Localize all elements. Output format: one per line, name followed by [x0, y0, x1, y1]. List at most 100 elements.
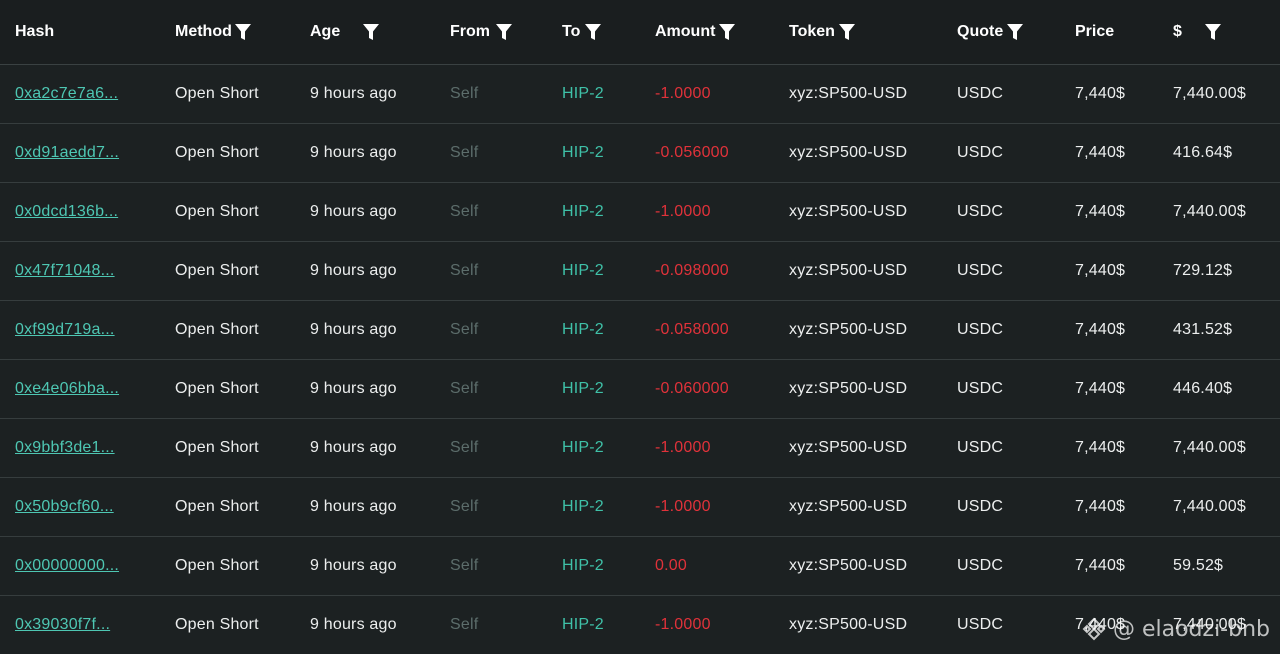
- method-cell: Open Short: [175, 143, 259, 161]
- price-cell: 7,440$: [1075, 556, 1126, 574]
- usd-cell: 431.52$: [1173, 320, 1233, 338]
- filter-icon[interactable]: [234, 22, 252, 42]
- table-row: 0x9bbf3de1... Open Short 9 hours ago Sel…: [0, 418, 1280, 477]
- age-cell: 9 hours ago: [310, 379, 397, 397]
- method-cell: Open Short: [175, 261, 259, 279]
- table-row: 0x00000000... Open Short 9 hours ago Sel…: [0, 536, 1280, 595]
- from-cell: Self: [450, 143, 479, 161]
- to-cell[interactable]: HIP-2: [547, 418, 640, 477]
- column-header-token-label: Token: [789, 22, 835, 40]
- hash-link[interactable]: 0x39030f7f...: [15, 616, 110, 633]
- usd-cell: 7,440.00$: [1173, 497, 1246, 515]
- filter-icon[interactable]: [1006, 22, 1024, 42]
- age-cell: 9 hours ago: [310, 556, 397, 574]
- token-cell: xyz:SP500-USD: [789, 379, 908, 397]
- to-cell[interactable]: HIP-2: [547, 182, 640, 241]
- amount-cell: -1.0000: [655, 497, 711, 515]
- usd-cell: 7,440.00$: [1173, 202, 1246, 220]
- hash-cell: 0x39030f7f...: [0, 595, 160, 654]
- column-header-token[interactable]: Token: [774, 0, 942, 65]
- usd-cell: 416.64$: [1173, 143, 1233, 161]
- hash-cell: 0x0dcd136b...: [0, 182, 160, 241]
- amount-cell: -0.098000: [655, 261, 729, 279]
- filter-icon[interactable]: [362, 22, 380, 42]
- price-cell: 7,440$: [1075, 320, 1126, 338]
- age-cell: 9 hours ago: [310, 143, 397, 161]
- hash-cell: 0xd91aedd7...: [0, 123, 160, 182]
- to-cell[interactable]: HIP-2: [547, 241, 640, 300]
- token-cell: xyz:SP500-USD: [789, 261, 908, 279]
- filter-icon[interactable]: [1204, 22, 1222, 42]
- column-header-age[interactable]: Age: [295, 0, 435, 65]
- price-cell: 7,440$: [1075, 143, 1126, 161]
- filter-icon[interactable]: [718, 22, 736, 42]
- to-cell[interactable]: HIP-2: [547, 300, 640, 359]
- column-header-amount[interactable]: Amount: [640, 0, 774, 65]
- hash-cell: 0x00000000...: [0, 536, 160, 595]
- age-cell: 9 hours ago: [310, 320, 397, 338]
- token-cell: xyz:SP500-USD: [789, 615, 908, 633]
- hash-link[interactable]: 0xd91aedd7...: [15, 144, 119, 161]
- column-header-price-label: Price: [1075, 22, 1115, 40]
- hash-cell: 0xf99d719a...: [0, 300, 160, 359]
- to-cell[interactable]: HIP-2: [547, 123, 640, 182]
- filter-icon[interactable]: [495, 22, 513, 42]
- filter-icon[interactable]: [584, 22, 602, 42]
- age-cell: 9 hours ago: [310, 438, 397, 456]
- token-cell: xyz:SP500-USD: [789, 556, 908, 574]
- column-header-method[interactable]: Method: [160, 0, 295, 65]
- hash-link[interactable]: 0xf99d719a...: [15, 321, 115, 338]
- age-cell: 9 hours ago: [310, 615, 397, 633]
- token-cell: xyz:SP500-USD: [789, 143, 908, 161]
- from-cell: Self: [450, 320, 479, 338]
- amount-cell: -0.056000: [655, 143, 729, 161]
- quote-cell: USDC: [957, 202, 1004, 220]
- to-cell[interactable]: HIP-2: [547, 536, 640, 595]
- usd-cell: 446.40$: [1173, 379, 1233, 397]
- from-cell: Self: [450, 261, 479, 279]
- to-cell[interactable]: HIP-2: [547, 595, 640, 654]
- hash-link[interactable]: 0xa2c7e7a6...: [15, 85, 118, 102]
- price-cell: 7,440$: [1075, 438, 1126, 456]
- method-cell: Open Short: [175, 379, 259, 397]
- table-row: 0xe4e06bba... Open Short 9 hours ago Sel…: [0, 359, 1280, 418]
- hash-link[interactable]: 0xe4e06bba...: [15, 380, 119, 397]
- table-body: 0xa2c7e7a6... Open Short 9 hours ago Sel…: [0, 64, 1280, 654]
- amount-cell: -0.060000: [655, 379, 729, 397]
- age-cell: 9 hours ago: [310, 202, 397, 220]
- to-cell[interactable]: HIP-2: [547, 359, 640, 418]
- table-row: 0x0dcd136b... Open Short 9 hours ago Sel…: [0, 182, 1280, 241]
- hash-link[interactable]: 0x00000000...: [15, 557, 119, 574]
- table-header: Hash Method Age From To Amount Token Quo…: [0, 0, 1280, 65]
- usd-cell: 7,440.00$: [1173, 615, 1246, 633]
- price-cell: 7,440$: [1075, 497, 1126, 515]
- method-cell: Open Short: [175, 497, 259, 515]
- column-header-from[interactable]: From: [435, 0, 547, 65]
- hash-link[interactable]: 0x9bbf3de1...: [15, 439, 115, 456]
- amount-cell: -1.0000: [655, 202, 711, 220]
- amount-cell: -1.0000: [655, 84, 711, 102]
- column-header-to[interactable]: To: [547, 0, 640, 65]
- filter-icon[interactable]: [838, 22, 856, 42]
- to-cell[interactable]: HIP-2: [547, 64, 640, 123]
- header-row: Hash Method Age From To Amount Token Quo…: [0, 0, 1280, 65]
- quote-cell: USDC: [957, 615, 1004, 633]
- usd-cell: 7,440.00$: [1173, 438, 1246, 456]
- table-row: 0xf99d719a... Open Short 9 hours ago Sel…: [0, 300, 1280, 359]
- column-header-price[interactable]: Price: [1060, 0, 1158, 65]
- method-cell: Open Short: [175, 615, 259, 633]
- column-header-usd[interactable]: $: [1158, 0, 1280, 65]
- from-cell: Self: [450, 84, 479, 102]
- method-cell: Open Short: [175, 556, 259, 574]
- price-cell: 7,440$: [1075, 84, 1126, 102]
- to-cell[interactable]: HIP-2: [547, 477, 640, 536]
- hash-cell: 0x47f71048...: [0, 241, 160, 300]
- column-header-quote[interactable]: Quote: [942, 0, 1060, 65]
- price-cell: 7,440$: [1075, 202, 1126, 220]
- usd-cell: 59.52$: [1173, 556, 1224, 574]
- age-cell: 9 hours ago: [310, 497, 397, 515]
- hash-link[interactable]: 0x0dcd136b...: [15, 203, 118, 220]
- hash-link[interactable]: 0x47f71048...: [15, 262, 115, 279]
- column-header-hash[interactable]: Hash: [0, 0, 160, 65]
- hash-link[interactable]: 0x50b9cf60...: [15, 498, 114, 515]
